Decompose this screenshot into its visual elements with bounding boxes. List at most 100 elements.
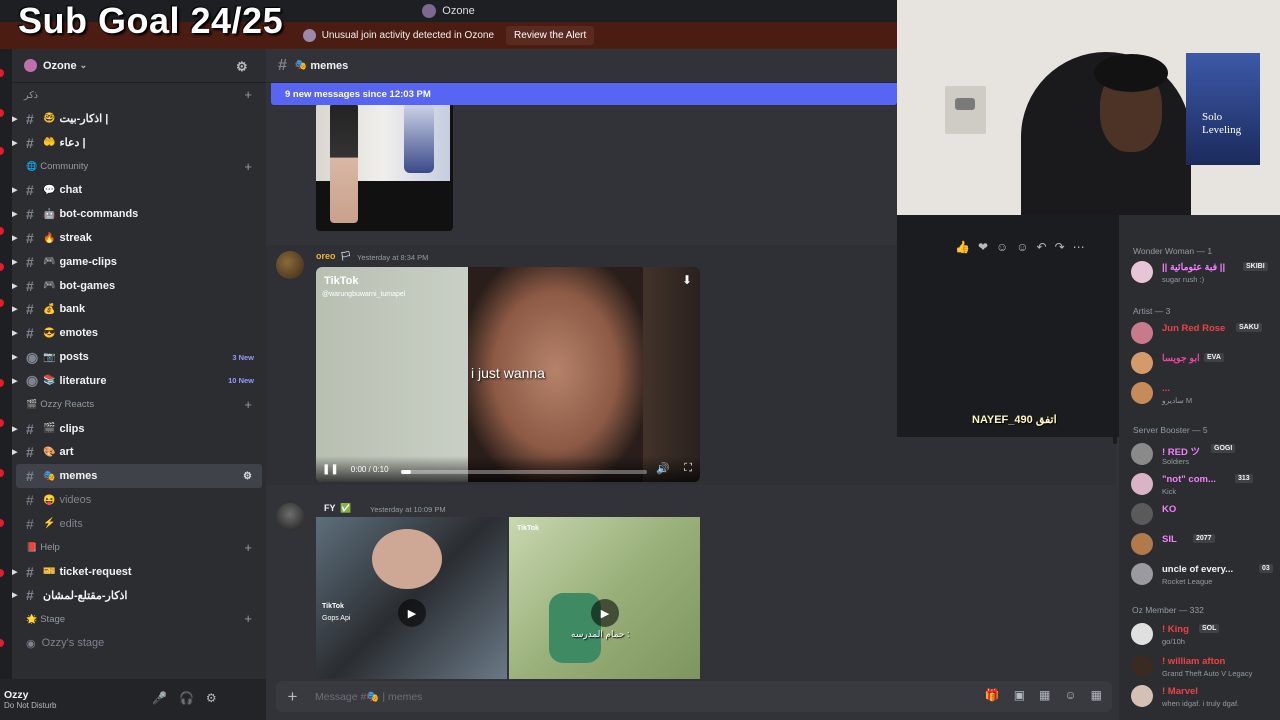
- thumbs-up-icon[interactable]: 👍: [955, 240, 970, 254]
- gift-icon[interactable]: 🎁: [985, 688, 1000, 702]
- channel-item-clips[interactable]: ▶ # 🎬 clips: [12, 417, 266, 441]
- channel-emoji: 💰: [43, 303, 56, 315]
- category-help[interactable]: 📕 Help +: [12, 536, 266, 560]
- message-input[interactable]: Message #🎭 | memes: [315, 690, 422, 703]
- category-community[interactable]: 🌐 Community +: [12, 155, 266, 179]
- channel-settings-icon[interactable]: ⚙: [243, 471, 252, 482]
- member-item[interactable]: KO: [1131, 500, 1280, 530]
- channel-item-streak[interactable]: ▶ # 🔥 streak: [12, 226, 266, 250]
- alert-text: Unusual join activity detected in Ozone: [321, 30, 495, 41]
- channel-item-literature[interactable]: ▶ ◉ 📚 literature 10 New: [12, 369, 266, 393]
- stage-channel[interactable]: ◉ Ozzy's stage: [12, 631, 266, 655]
- emoji-reaction-icon[interactable]: ☺: [996, 240, 1008, 254]
- channel-item-bot-commands[interactable]: ▶ # 🤖 bot-commands: [12, 202, 266, 226]
- channel-item-bank[interactable]: ▶ # 💰 bank: [12, 298, 266, 322]
- channel-emoji: 🔥: [43, 232, 56, 244]
- member-item[interactable]: ! Marvel when idgaf. i truly dgaf.: [1131, 682, 1280, 712]
- emoji-icon[interactable]: ☺: [1064, 688, 1076, 702]
- channel-item[interactable]: ▶ # 🤓 اذكار-بيت |: [12, 107, 266, 131]
- review-alert-button[interactable]: Review the Alert: [506, 26, 595, 45]
- server-header[interactable]: Ozone ⌄ ⚙: [12, 49, 266, 83]
- channel-item-chat[interactable]: ▶ # 💬 chat: [12, 179, 266, 203]
- tiktok-logo: TikTok: [322, 603, 344, 610]
- channel-item-ticket-request[interactable]: ▶ # 🎫 ticket-request: [12, 560, 266, 584]
- category-ozzy-reacts[interactable]: 🎬 Ozzy Reacts +: [12, 393, 266, 417]
- member-item[interactable]: ! william afton Grand Theft Auto V Legac…: [1131, 652, 1280, 682]
- member-item[interactable]: ابو جويسا EVA: [1131, 349, 1280, 379]
- video-player[interactable]: TikTok @warungbuwarni_tumapel i just wan…: [316, 267, 700, 482]
- hash-icon: #: [26, 468, 34, 485]
- fullscreen-icon[interactable]: ⛶: [684, 462, 692, 475]
- member-item[interactable]: ! King SOL go/10h: [1131, 620, 1280, 650]
- member-item[interactable]: SIL 2077: [1131, 530, 1280, 560]
- channel-item[interactable]: ▶ # 🤲 دعاء |: [12, 131, 266, 155]
- gif-icon[interactable]: ▣: [1014, 688, 1025, 702]
- download-icon[interactable]: ⬇: [682, 273, 692, 287]
- channel-item-memes[interactable]: # 🎭 memes ⚙: [16, 464, 262, 489]
- star-icon: 🌟: [26, 613, 38, 624]
- member-item[interactable]: uncle of every... 03 Rocket League: [1131, 560, 1280, 590]
- play-icon[interactable]: ▶: [591, 599, 619, 627]
- create-channel-icon[interactable]: +: [244, 159, 252, 174]
- message-composer[interactable]: + Message #🎭 | memes 🎁 ▣ ▦ ☺ ▦: [276, 681, 1112, 712]
- gear-icon[interactable]: ⚙: [206, 691, 217, 705]
- avatar[interactable]: [276, 503, 304, 531]
- message-timestamp: Yesterday at 10:09 PM: [370, 505, 446, 514]
- server-avatar-icon: [24, 59, 37, 72]
- member-item[interactable]: ! RED ツ GOGI Soldiers: [1131, 440, 1280, 470]
- channel-item-game-clips[interactable]: ▶ # 🎮 game-clips: [12, 250, 266, 274]
- new-messages-bar[interactable]: 9 new messages since 12:03 PM: [271, 83, 897, 105]
- category-dhikr[interactable]: ذكر +: [12, 83, 266, 107]
- channel-item-videos[interactable]: # 😝 videos: [12, 488, 266, 512]
- caret-icon: ▶: [12, 425, 18, 433]
- apps-icon[interactable]: ▦: [1091, 688, 1102, 702]
- channel-item-bot-games[interactable]: ▶ # 🎮 bot-games: [12, 274, 266, 298]
- reply-icon[interactable]: ↶: [1037, 240, 1047, 254]
- add-member-icon[interactable]: ⚙: [236, 59, 248, 75]
- create-channel-icon[interactable]: +: [244, 540, 252, 555]
- headphones-icon[interactable]: 🎧: [179, 691, 194, 705]
- member-tag: SKIBI: [1243, 262, 1268, 271]
- member-item[interactable]: ... ساديرو M: [1131, 379, 1280, 409]
- forward-icon[interactable]: ↷: [1055, 240, 1065, 254]
- pause-icon[interactable]: ❚❚: [322, 464, 339, 475]
- author-badge: 🏳: [340, 251, 352, 261]
- scrollbar[interactable]: [1113, 424, 1117, 444]
- hash-icon: #: [26, 444, 34, 461]
- sticker-icon[interactable]: ▦: [1039, 688, 1050, 702]
- user-status: Do Not Disturb: [4, 701, 57, 710]
- video-progress-bar[interactable]: [401, 470, 647, 474]
- volume-icon[interactable]: 🔊: [656, 462, 670, 475]
- user-info[interactable]: Ozzy Do Not Disturb: [4, 689, 56, 710]
- channel-emoji: 🎨: [43, 446, 56, 458]
- add-reaction-icon[interactable]: ☺: [1016, 240, 1028, 254]
- member-name: ! Marvel: [1162, 686, 1198, 697]
- member-item[interactable]: "not" com... 313 Kick: [1131, 470, 1280, 500]
- microphone-icon[interactable]: 🎤: [152, 691, 167, 705]
- tiktok-handle: @warungbuwarni_tumapel: [322, 291, 406, 298]
- create-channel-icon[interactable]: +: [244, 87, 252, 102]
- figure-shape: [404, 103, 434, 173]
- image-attachment[interactable]: [316, 103, 453, 231]
- category-stage[interactable]: 🌟 Stage +: [12, 607, 266, 631]
- more-icon[interactable]: ⋯: [1073, 240, 1085, 254]
- member-item[interactable]: Jun Red Rose SAKU: [1131, 319, 1280, 349]
- message-author[interactable]: oreo: [316, 251, 336, 261]
- create-channel-icon[interactable]: +: [244, 611, 252, 626]
- member-item[interactable]: || فبة عثومائية || SKIBI sugar rush :): [1131, 258, 1280, 288]
- channel-item-edits[interactable]: # ⚡ edits: [12, 512, 266, 536]
- member-status: Kick: [1162, 487, 1177, 496]
- channel-item-art[interactable]: ▶ # 🎨 art: [12, 441, 266, 465]
- play-icon[interactable]: ▶: [398, 599, 426, 627]
- category-label: Help: [40, 542, 60, 554]
- message-author[interactable]: FY: [324, 503, 336, 513]
- channel-item-posts[interactable]: ▶ ◉ 📷 posts 3 New: [12, 345, 266, 369]
- video-attachment[interactable]: TikTok Gops Api ▶: [316, 517, 507, 679]
- channel-item-arabic[interactable]: ▶ # اذكار-مقتلع-لمشان: [12, 584, 266, 608]
- channel-item-emotes[interactable]: ▶ # 😎 emotes: [12, 321, 266, 345]
- avatar[interactable]: [276, 251, 304, 279]
- create-channel-icon[interactable]: +: [244, 397, 252, 412]
- video-attachment[interactable]: TikTok ▶ حمام المدرسه :: [509, 517, 700, 679]
- add-attachment-icon[interactable]: +: [284, 687, 301, 706]
- heart-icon[interactable]: ❤: [978, 240, 988, 254]
